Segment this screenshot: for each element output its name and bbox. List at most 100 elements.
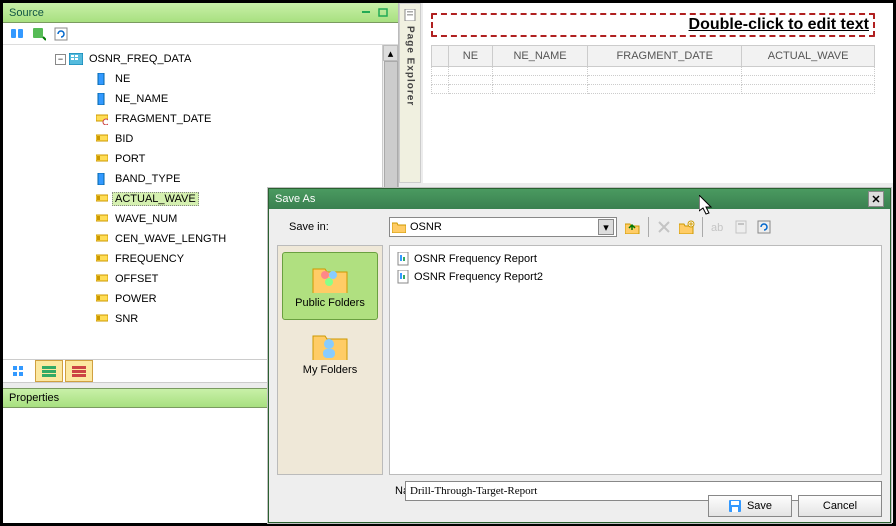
tree-item[interactable]: BID <box>5 129 396 149</box>
table-cell <box>449 67 493 76</box>
tree-item-label: ACTUAL_WAVE <box>112 192 199 206</box>
report-canvas[interactable]: Double-click to edit text NENE_NAMEFRAGM… <box>423 3 893 183</box>
column-icon <box>95 272 109 286</box>
tree-item-label: BAND_TYPE <box>112 172 183 186</box>
rename-icon: ab <box>708 217 728 237</box>
tree-item[interactable]: NE_NAME <box>5 89 396 109</box>
tree-item[interactable]: PORT <box>5 149 396 169</box>
table-column-header[interactable]: FRAGMENT_DATE <box>588 46 742 67</box>
title-placeholder-area[interactable]: Double-click to edit text <box>431 13 875 37</box>
tab-source-1[interactable] <box>5 360 33 382</box>
tree-item[interactable]: FRAGMENT_DATE <box>5 109 396 129</box>
table-column-header[interactable]: NE_NAME <box>492 46 587 67</box>
tree-item-label: NE_NAME <box>112 92 171 106</box>
tree-item-label: WAVE_NUM <box>112 212 180 226</box>
saveas-toolbar: ab <box>623 217 774 237</box>
minimize-button[interactable] <box>358 6 374 20</box>
tab-source-2[interactable] <box>35 360 63 382</box>
saveas-title-text: Save As <box>275 193 868 205</box>
tree-item-label: POWER <box>112 292 160 306</box>
up-folder-icon[interactable] <box>623 217 643 237</box>
table-row[interactable] <box>432 67 875 76</box>
refresh-icon[interactable] <box>754 217 774 237</box>
column-icon <box>95 232 109 246</box>
tree-item[interactable]: NE <box>5 69 396 89</box>
scroll-up-icon[interactable]: ▴ <box>383 45 398 61</box>
saveas-titlebar[interactable]: Save As ✕ <box>269 189 890 209</box>
tree-item-label: PORT <box>112 152 148 166</box>
table-column-header[interactable]: ACTUAL_WAVE <box>742 46 875 67</box>
restore-button[interactable] <box>376 6 392 20</box>
table-cell <box>588 76 742 85</box>
folder-icon <box>392 221 406 233</box>
new-folder-icon[interactable] <box>677 217 697 237</box>
sidebar-folder-1[interactable]: My Folders <box>282 320 378 386</box>
table-cell <box>492 67 587 76</box>
table-column-header[interactable]: NE <box>449 46 493 67</box>
tab-source-3[interactable] <box>65 360 93 382</box>
tree-item-label: CEN_WAVE_LENGTH <box>112 232 229 246</box>
table-cell <box>742 85 875 94</box>
column-icon <box>95 252 109 266</box>
data-source-icon[interactable] <box>9 26 25 42</box>
save-button[interactable]: Save <box>708 495 792 517</box>
save-in-combo[interactable]: OSNR ▾ <box>389 217 617 237</box>
report-icon <box>396 252 410 266</box>
table-cell <box>449 85 493 94</box>
collapse-icon[interactable]: − <box>55 54 66 65</box>
page-explorer-label: Page Explorer <box>405 26 416 106</box>
column-icon <box>95 212 109 226</box>
table-corner <box>432 46 449 67</box>
column-icon <box>95 72 109 86</box>
cancel-button-label: Cancel <box>823 500 857 512</box>
column-icon <box>95 192 109 206</box>
table-cell <box>449 76 493 85</box>
table-row[interactable] <box>432 85 875 94</box>
add-icon[interactable] <box>31 26 47 42</box>
column-icon <box>95 132 109 146</box>
source-toolbar <box>3 23 398 45</box>
table-icon <box>69 52 83 66</box>
sidebar-folder-label: Public Folders <box>283 297 377 309</box>
page-explorer-icon <box>403 8 417 22</box>
column-icon <box>95 112 109 126</box>
cancel-button[interactable]: Cancel <box>798 495 882 517</box>
page-explorer-tab[interactable]: Page Explorer <box>399 3 421 183</box>
table-row[interactable] <box>432 76 875 85</box>
title-placeholder-text: Double-click to edit text <box>689 16 869 33</box>
column-icon <box>95 152 109 166</box>
save-in-label: Save in: <box>277 221 383 233</box>
tree-item[interactable]: BAND_TYPE <box>5 169 396 189</box>
tree-root[interactable]: −OSNR_FREQ_DATA <box>5 49 396 69</box>
report-table[interactable]: NENE_NAMEFRAGMENT_DATEACTUAL_WAVE <box>431 45 875 94</box>
refresh-icon[interactable] <box>53 26 69 42</box>
tree-item-label: FREQUENCY <box>112 252 187 266</box>
chevron-down-icon[interactable]: ▾ <box>598 219 614 235</box>
delete-icon <box>654 217 674 237</box>
table-cell <box>492 85 587 94</box>
folder-sidebar: Public Folders My Folders <box>277 245 383 475</box>
properties-title: Properties <box>9 392 59 404</box>
table-cell <box>588 67 742 76</box>
tree-item-label: SNR <box>112 312 141 326</box>
sidebar-folder-label: My Folders <box>282 364 378 376</box>
file-list[interactable]: OSNR Frequency ReportOSNR Frequency Repo… <box>389 245 882 475</box>
properties-icon <box>731 217 751 237</box>
save-in-value: OSNR <box>410 221 598 233</box>
table-cell <box>588 85 742 94</box>
table-cell <box>742 76 875 85</box>
column-icon <box>95 92 109 106</box>
source-header: Source <box>3 3 398 23</box>
scroll-thumb[interactable] <box>384 61 398 201</box>
column-icon <box>95 172 109 186</box>
column-icon <box>95 312 109 326</box>
folder-group-icon <box>310 259 350 293</box>
report-icon <box>396 270 410 284</box>
close-icon[interactable]: ✕ <box>868 191 884 207</box>
file-item[interactable]: OSNR Frequency Report2 <box>394 268 877 286</box>
saveas-dialog: Save As ✕ Save in: OSNR ▾ <box>268 188 891 523</box>
sidebar-folder-0[interactable]: Public Folders <box>282 252 378 320</box>
svg-text:ab: ab <box>711 222 723 233</box>
table-cell <box>492 76 587 85</box>
file-item[interactable]: OSNR Frequency Report <box>394 250 877 268</box>
